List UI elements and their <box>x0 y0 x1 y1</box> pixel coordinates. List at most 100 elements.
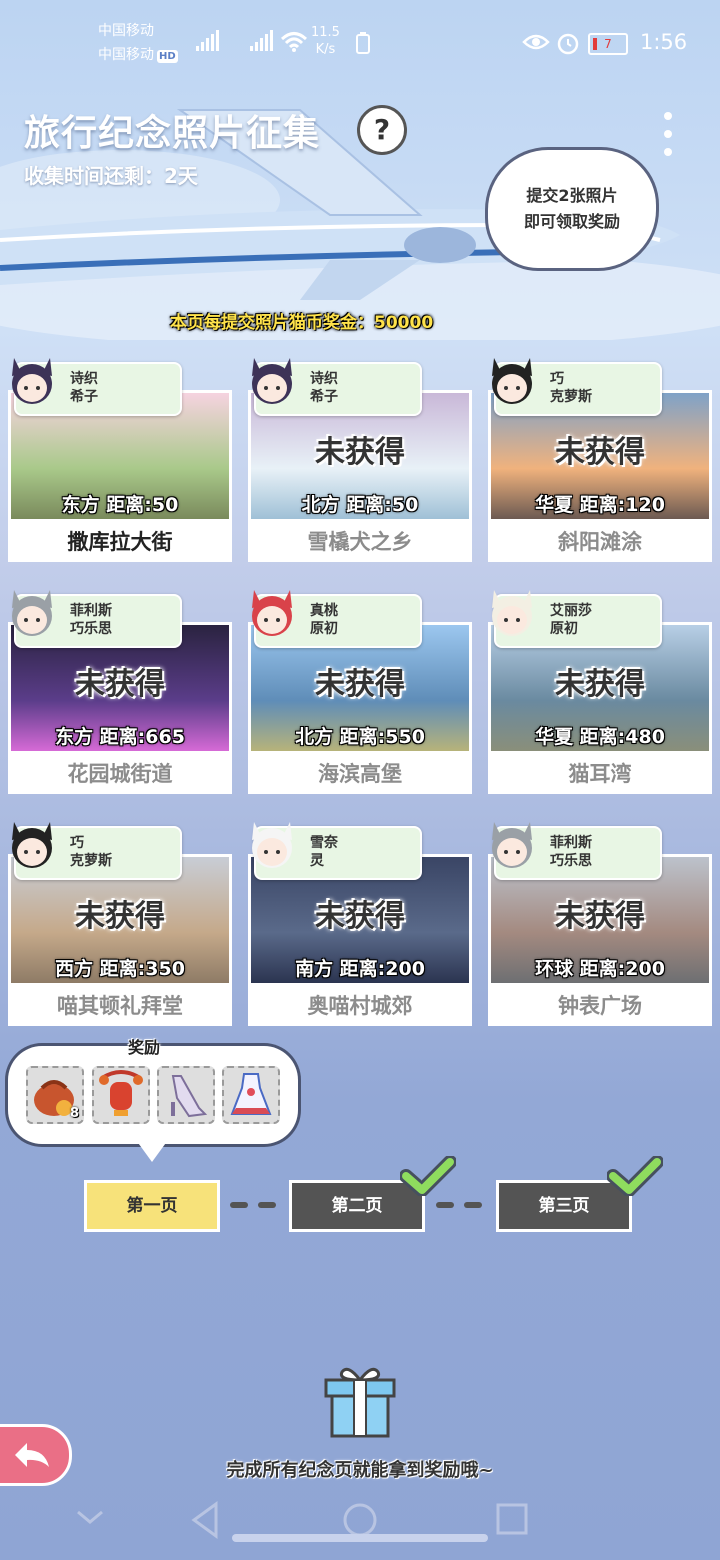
direction-distance: 西方 距离:350 <box>55 958 185 980</box>
character-avatar-icon <box>252 590 292 636</box>
high-heel-shoe-icon[interactable] <box>157 1066 215 1124</box>
check-icon <box>607 1156 663 1196</box>
home-indicator <box>232 1534 488 1542</box>
character-name-line2: 原初 <box>550 621 578 637</box>
page-1-button[interactable]: 第一页 <box>84 1180 220 1232</box>
clock: 1:56 <box>640 30 688 54</box>
location-name: 奥喵村城郊 <box>248 986 472 1026</box>
network-speed: 11.5 K/s <box>311 25 340 57</box>
location-name: 斜阳滩涂 <box>488 522 712 562</box>
location-name: 撒库拉大街 <box>8 522 232 562</box>
photo-card[interactable]: 未获得北方 距离:50 雪橇犬之乡 诗织希子 <box>248 358 476 562</box>
pager-connector <box>230 1202 248 1208</box>
back-arrow-icon <box>15 1443 49 1467</box>
hint-line-1: 提交2张照片 <box>526 186 618 205</box>
hd-badge: HD <box>157 50 178 63</box>
character-name-line1: 雪奈 <box>310 835 338 851</box>
hint-bubble: 提交2张照片 即可领取奖励 <box>488 150 656 268</box>
nav-home-icon[interactable] <box>343 1503 377 1537</box>
not-obtained-label: 未获得 <box>75 899 165 934</box>
direction-distance: 北方 距离:50 <box>301 494 419 516</box>
gift-icon[interactable] <box>322 1362 398 1440</box>
character-name-line1: 真桃 <box>310 603 338 619</box>
signal-icon <box>250 30 273 51</box>
location-name: 雪橇犬之乡 <box>248 522 472 562</box>
photo-card[interactable]: 未获得 华夏 距离:480 猫耳湾 艾丽莎 原初 <box>488 590 716 794</box>
coin-bag-icon[interactable]: 8 <box>26 1066 84 1124</box>
direction-distance: 环球 距离:200 <box>535 958 665 980</box>
character-avatar-icon <box>492 590 532 636</box>
battery-indicator: 7 <box>588 33 628 55</box>
eye-icon <box>522 34 550 50</box>
time-remaining: 收集时间还剩：2天 <box>24 164 198 188</box>
character-name-line1: 诗织 <box>310 371 338 387</box>
footer-hint: 完成所有纪念页就能拿到奖励哦~ <box>226 1460 494 1481</box>
character-name-line1: 巧 <box>550 371 564 387</box>
pager-connector <box>258 1202 276 1208</box>
nav-back-icon[interactable] <box>191 1501 218 1539</box>
character-avatar-icon <box>492 822 532 868</box>
photo-card[interactable]: 未获得 华夏 距离:120 斜阳滩涂 巧克萝斯 <box>488 358 716 562</box>
check-icon <box>400 1156 456 1196</box>
collapse-nav-icon[interactable] <box>77 1510 103 1524</box>
character-name-line2: 巧乐思 <box>550 853 592 869</box>
photo-card[interactable]: 未获得东方 距离:665 花园城街道 菲利斯巧乐思 <box>8 590 236 794</box>
character-name-line2: 希子 <box>70 389 98 405</box>
nav-recents-icon[interactable] <box>496 1503 528 1535</box>
direction-distance: 北方 距离:550 <box>295 726 425 748</box>
direction-distance: 华夏 距离:120 <box>535 494 665 516</box>
more-options-button[interactable] <box>644 112 692 160</box>
character-name-line2: 灵 <box>310 853 324 869</box>
not-obtained-label: 未获得 <box>555 899 645 934</box>
character-name-line1: 菲利斯 <box>70 603 112 619</box>
character-avatar-icon <box>12 822 52 868</box>
character-avatar-icon <box>12 590 52 636</box>
system-nav-bar <box>77 1501 528 1542</box>
character-name-line1: 巧 <box>70 835 84 851</box>
wifi-icon <box>280 32 308 52</box>
character-name-line2: 克萝斯 <box>550 389 592 405</box>
character-name-line2: 克萝斯 <box>70 853 112 869</box>
help-button[interactable]: ? <box>357 105 407 155</box>
character-name-line2: 希子 <box>310 389 338 405</box>
location-name: 钟表广场 <box>488 986 712 1026</box>
reward-pointer <box>136 1140 168 1162</box>
red-lantern-icon[interactable] <box>92 1066 150 1124</box>
hint-line-2: 即可领取奖励 <box>523 212 620 231</box>
page-title: 旅行纪念照片征集 <box>24 113 321 154</box>
reward-count: 8 <box>69 1106 79 1121</box>
back-button[interactable] <box>0 1424 72 1486</box>
character-name-line2: 巧乐思 <box>70 621 112 637</box>
photo-card[interactable]: 未获得 南方 距离:200 奥喵村城郊 雪奈灵 <box>248 822 476 1026</box>
character-avatar-icon <box>252 822 292 868</box>
location-name: 花园城街道 <box>8 754 232 794</box>
reward-label: 奖励 <box>128 1038 161 1057</box>
sim-icon <box>356 32 370 54</box>
not-obtained-label: 未获得 <box>315 899 405 934</box>
direction-distance: 东方 距离:665 <box>55 726 185 748</box>
character-avatar-icon <box>492 358 532 404</box>
character-name-line1: 艾丽莎 <box>550 603 592 619</box>
character-name-line2: 原初 <box>310 621 338 637</box>
bonus-text: 本页每提交照片猫币奖金：50000 <box>170 313 434 333</box>
not-obtained-label: 未获得 <box>315 435 405 470</box>
pager-connector <box>436 1202 454 1208</box>
not-obtained-label: 未获得 <box>555 667 645 702</box>
location-name: 猫耳湾 <box>488 754 712 794</box>
signal-icon <box>196 30 219 51</box>
carrier-primary: 中国移动 <box>98 23 154 39</box>
photo-card[interactable]: 东方 距离:50 撒库拉大街 诗织 希子 <box>8 358 236 562</box>
pager-connector <box>464 1202 482 1208</box>
character-avatar-icon <box>12 358 52 404</box>
character-name-line1: 菲利斯 <box>550 835 592 851</box>
photo-card[interactable]: 未获得西方 距离:350 喵其顿礼拜堂 巧克萝斯 <box>8 822 236 1026</box>
not-obtained-label: 未获得 <box>315 667 405 702</box>
dress-icon[interactable] <box>222 1066 280 1124</box>
character-name-line1: 诗织 <box>70 371 98 387</box>
not-obtained-label: 未获得 <box>75 667 165 702</box>
photo-card[interactable]: 未获得 北方 距离:550 海滨高堡 真桃 原初 <box>248 590 476 794</box>
photo-card[interactable]: 未获得环球 距离:200 钟表广场 菲利斯巧乐思 <box>488 822 716 1026</box>
location-name: 喵其顿礼拜堂 <box>8 986 232 1026</box>
status-bar: 中国移动 中国移动 HD 11.5 K/s 7 1:56 <box>0 0 720 80</box>
character-avatar-icon <box>252 358 292 404</box>
